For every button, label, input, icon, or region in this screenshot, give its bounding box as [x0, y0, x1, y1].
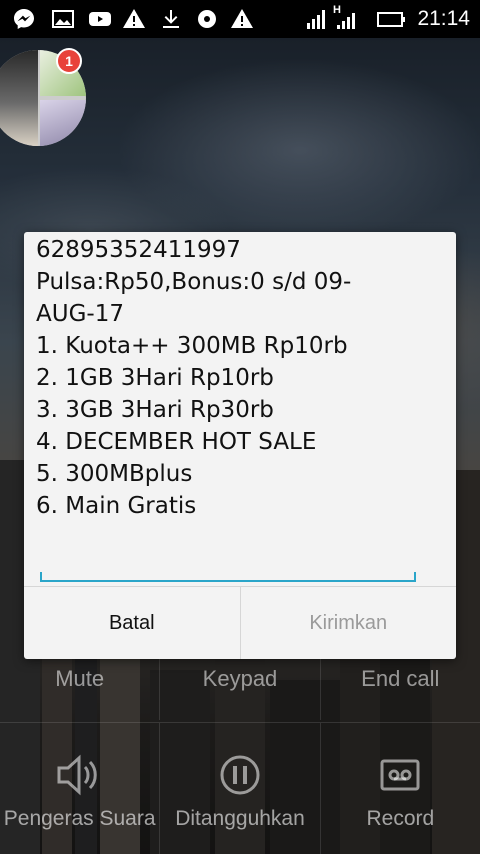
warning-icon: [123, 9, 145, 28]
signal-icon: [337, 13, 355, 29]
call-actions-row: Pengeras Suara Ditangguhkan Record: [0, 722, 480, 854]
record-icon: [380, 759, 420, 791]
signal-icon: [307, 10, 325, 29]
ussd-message: 62895352411997 Pulsa:Rp50,Bonus:0 s/d 09…: [36, 234, 446, 522]
battery-icon: [377, 12, 405, 27]
hold-label: Ditangguhkan: [175, 807, 305, 830]
disc-icon: [198, 10, 216, 28]
notification-badge: 1: [56, 48, 82, 74]
menu-option: 4. DECEMBER HOT SALE: [36, 429, 317, 455]
dialog-buttons: Batal Kirimkan: [24, 586, 456, 659]
menu-option: 3. 3GB 3Hari Rp30rb: [36, 397, 274, 423]
speaker-button[interactable]: Pengeras Suara: [0, 723, 161, 854]
record-label: Record: [366, 807, 435, 830]
warning-icon: [231, 9, 253, 28]
avatar: [0, 50, 38, 146]
menu-option: 5. 300MBplus: [36, 461, 193, 487]
ussd-dialog: 62895352411997 Pulsa:Rp50,Bonus:0 s/d 09…: [24, 232, 456, 659]
reply-input-container: [40, 572, 416, 587]
pause-icon: [220, 755, 260, 795]
record-button[interactable]: Record: [321, 723, 480, 854]
avatar: [40, 100, 86, 146]
message-line: 62895352411997: [36, 237, 241, 263]
status-bar: H 21:14: [0, 0, 480, 38]
menu-option: 6. Main Gratis: [36, 493, 197, 519]
message-line: AUG-17: [36, 301, 124, 327]
menu-option: 1. Kuota++ 300MB Rp10rb: [36, 333, 348, 359]
message-line: Pulsa:Rp50,Bonus:0 s/d 09-: [36, 269, 352, 295]
speaker-label: Pengeras Suara: [3, 807, 156, 830]
send-button[interactable]: Kirimkan: [241, 587, 457, 659]
hold-button[interactable]: Ditangguhkan: [160, 723, 321, 854]
speaker-icon: [57, 754, 97, 796]
status-time: 21:14: [417, 7, 470, 30]
youtube-icon: [89, 12, 111, 26]
cancel-button[interactable]: Batal: [24, 587, 241, 659]
menu-option: 2. 1GB 3Hari Rp10rb: [36, 365, 274, 391]
messenger-icon: [14, 9, 34, 29]
download-icon: [163, 10, 179, 28]
gallery-icon: [52, 10, 74, 28]
